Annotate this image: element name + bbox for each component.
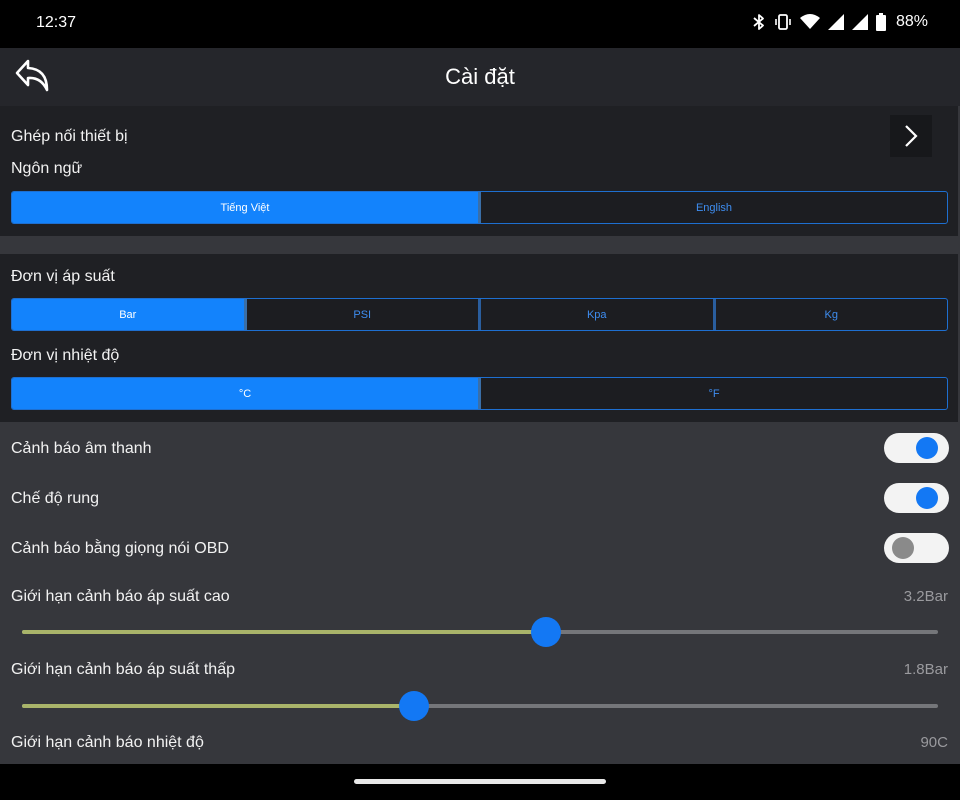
pressure-option-kpa[interactable]: Kpa: [478, 299, 713, 330]
high-pressure-limit-slider[interactable]: [22, 617, 938, 647]
temperature-option-celsius[interactable]: °C: [12, 378, 478, 409]
status-icons: 88%: [752, 13, 928, 31]
pressure-unit-label: Đơn vị áp suất: [11, 268, 115, 285]
obd-voice-alert-switch[interactable]: [884, 533, 949, 563]
settings-content: Ghép nối thiết bị Ngôn ngữ Tiếng Việt En…: [0, 106, 960, 764]
pressure-option-psi[interactable]: PSI: [243, 299, 479, 330]
page-title: Cài đặt: [445, 64, 515, 89]
pressure-option-bar[interactable]: Bar: [12, 299, 244, 330]
slider-thumb[interactable]: [399, 691, 430, 721]
temperature-limit-value: 90C: [920, 734, 948, 751]
temperature-unit-label: Đơn vị nhiệt độ: [11, 347, 120, 364]
temperature-unit-segment: °C °F: [11, 377, 948, 410]
home-indicator[interactable]: [354, 779, 606, 784]
slider-fill: [22, 704, 415, 708]
status-time: 12:37: [36, 14, 77, 31]
units-card: Đơn vị áp suất Bar PSI Kpa Kg Đơn vị nhi…: [0, 254, 958, 422]
status-bar: 12:37 88%: [0, 0, 960, 48]
battery-percent: 88%: [895, 13, 928, 30]
low-pressure-limit-label: Giới hạn cảnh báo áp suất thấp: [11, 661, 235, 678]
language-label: Ngôn ngữ: [11, 160, 83, 177]
battery-icon: [875, 13, 886, 31]
language-option-vietnamese[interactable]: Tiếng Việt: [12, 192, 478, 223]
device-language-card: Ghép nối thiết bị Ngôn ngữ Tiếng Việt En…: [0, 106, 958, 236]
high-pressure-limit-label: Giới hạn cảnh báo áp suất cao: [11, 588, 230, 605]
pressure-unit-segment: Bar PSI Kpa Kg: [11, 298, 948, 331]
pairing-label: Ghép nối thiết bị: [11, 128, 128, 145]
high-pressure-limit-value: 3.2Bar: [903, 588, 948, 605]
temperature-limit-label: Giới hạn cảnh báo nhiệt độ: [11, 734, 204, 751]
temperature-option-fahrenheit[interactable]: °F: [478, 378, 947, 409]
switch-knob: [892, 537, 914, 559]
language-option-english[interactable]: English: [478, 192, 947, 223]
bluetooth-icon: [753, 14, 764, 30]
slider-fill: [22, 630, 546, 634]
vibration-mode-switch[interactable]: [884, 483, 949, 513]
app-bar: Cài đặt: [0, 48, 960, 106]
vibrate-icon: [775, 14, 791, 30]
pairing-button[interactable]: [890, 115, 932, 157]
pressure-option-kg[interactable]: Kg: [712, 299, 948, 330]
obd-voice-alert-label: Cảnh báo bằng giọng nói OBD: [11, 540, 229, 557]
sound-alert-switch[interactable]: [884, 433, 949, 463]
signal-icon: [827, 14, 844, 30]
navigation-bar: [0, 764, 960, 800]
low-pressure-limit-value: 1.8Bar: [903, 661, 948, 678]
low-pressure-limit-slider[interactable]: [22, 691, 938, 721]
chevron-right-icon: [905, 125, 918, 147]
wifi-icon: [799, 14, 820, 29]
vibration-mode-label: Chế độ rung: [11, 490, 100, 507]
signal-icon: [851, 14, 868, 30]
switch-knob: [916, 437, 938, 459]
switch-knob: [916, 487, 938, 509]
sound-alert-label: Cảnh báo âm thanh: [11, 440, 152, 457]
slider-thumb[interactable]: [530, 617, 561, 647]
language-segment: Tiếng Việt English: [11, 191, 948, 224]
